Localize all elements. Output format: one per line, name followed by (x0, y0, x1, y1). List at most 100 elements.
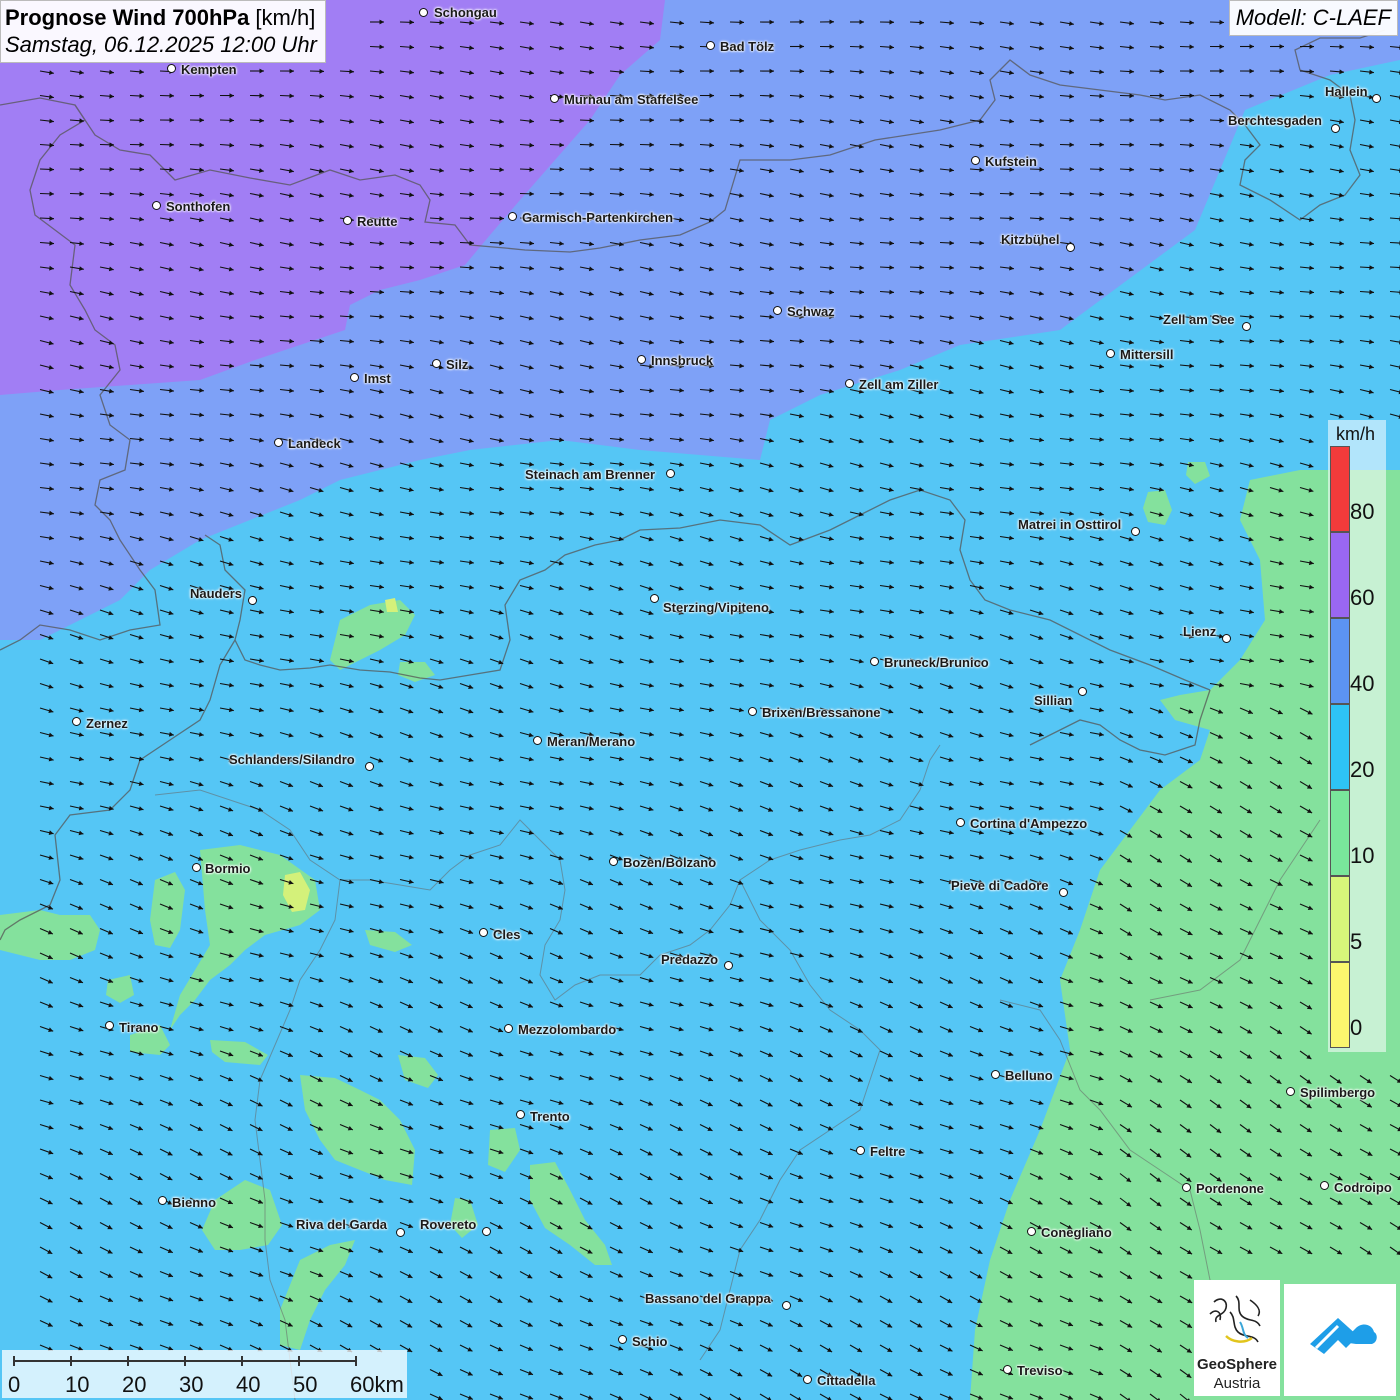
scale-label: 40 (236, 1372, 261, 1397)
scale-label: 60km (350, 1372, 404, 1397)
city-label: Sillian (1034, 693, 1073, 708)
legend-swatch (1330, 876, 1350, 962)
city-label: Schongau (434, 5, 497, 20)
scale-label: 10 (65, 1372, 90, 1397)
scale-label: 0 (8, 1372, 21, 1397)
city-marker (1182, 1183, 1191, 1192)
city-marker (991, 1070, 1000, 1079)
city-label: Meran/Merano (547, 734, 636, 749)
city-label: Garmisch-Partenkirchen (522, 210, 674, 225)
city-marker (773, 306, 782, 315)
city-label: Cittadella (817, 1373, 876, 1388)
city-marker (956, 818, 965, 827)
city-marker (856, 1146, 865, 1155)
city-marker (609, 857, 618, 866)
legend-swatch (1330, 704, 1350, 790)
city-marker (508, 212, 517, 221)
city-label: Bruneck/Brunico (884, 655, 989, 670)
scale-label: 50 (293, 1372, 318, 1397)
legend-swatch (1330, 790, 1350, 876)
city-marker (482, 1227, 491, 1236)
city-marker (650, 594, 659, 603)
legend-label: 80 (1350, 499, 1375, 524)
scale-label: 30 (179, 1372, 204, 1397)
city-marker (870, 657, 879, 666)
city-marker (618, 1335, 627, 1344)
city-label: Schwaz (787, 304, 835, 319)
city-marker (845, 379, 854, 388)
legend-swatch (1330, 618, 1350, 704)
legend-label: 5 (1350, 929, 1363, 954)
city-label: Kitzbühel (1001, 232, 1060, 247)
city-label: Codroipo (1334, 1180, 1392, 1195)
city-marker (748, 707, 757, 716)
city-marker (782, 1301, 791, 1310)
city-label: Conegliano (1041, 1225, 1112, 1240)
legend-unit: km/h (1336, 424, 1376, 444)
city-marker (1027, 1227, 1036, 1236)
city-label: Schio (632, 1334, 668, 1349)
city-marker (516, 1110, 525, 1119)
city-marker (666, 469, 675, 478)
city-label: Predazzo (661, 952, 719, 967)
city-label: Murnau am Staffelsee (564, 92, 699, 107)
city-marker (1078, 687, 1087, 696)
city-label: Pieve di Cadore (951, 878, 1049, 893)
city-marker (1131, 527, 1140, 536)
model-label: Modell: C-LAEF (1228, 0, 1398, 36)
city-marker (706, 41, 715, 50)
city-label: Hallein (1325, 84, 1368, 99)
city-label: Mittersill (1120, 347, 1174, 362)
city-label: Zell am See (1163, 312, 1235, 327)
city-marker (1003, 1365, 1012, 1374)
legend-label: 10 (1350, 843, 1375, 868)
city-marker (803, 1375, 812, 1384)
city-label: Sterzing/Vipiteno (663, 600, 769, 615)
city-label: Bassano del Grappa (645, 1291, 771, 1306)
city-marker (1372, 94, 1381, 103)
city-label: Kufstein (985, 154, 1037, 169)
legend-label: 40 (1350, 671, 1375, 696)
city-label: Lienz (1183, 624, 1217, 639)
city-marker (1066, 243, 1075, 252)
city-marker (1106, 349, 1115, 358)
legend-swatch (1330, 446, 1350, 532)
city-label: Bozen/Bolzano (623, 855, 717, 870)
city-label: Steinach am Brenner (525, 467, 656, 482)
geosphere-logo-line2: Austria (1213, 1375, 1261, 1392)
city-marker (1059, 888, 1068, 897)
city-marker (1242, 322, 1251, 331)
city-label: Cles (493, 927, 521, 942)
city-label: Rovereto (420, 1217, 477, 1232)
city-marker (432, 359, 441, 368)
city-label: Bad Tölz (720, 39, 775, 54)
city-label: Zell am Ziller (859, 377, 939, 392)
city-label: Innsbruck (651, 353, 714, 368)
city-label: Trento (530, 1109, 570, 1124)
legend-label: 0 (1350, 1015, 1363, 1040)
city-label: Berchtesgaden (1228, 113, 1322, 128)
city-marker (550, 94, 559, 103)
city-marker (479, 928, 488, 937)
city-marker (1222, 634, 1231, 643)
city-label: Pordenone (1196, 1181, 1264, 1196)
city-label: Brixen/Bressanone (762, 705, 881, 720)
city-marker (637, 355, 646, 364)
geosphere-emblem-icon (1209, 1295, 1261, 1343)
city-label: Belluno (1005, 1068, 1053, 1083)
legend-swatch (1330, 532, 1350, 618)
city-marker (533, 736, 542, 745)
city-label: Feltre (870, 1144, 906, 1159)
city-marker (1286, 1087, 1295, 1096)
legend-label: 60 (1350, 585, 1375, 610)
city-marker (504, 1024, 513, 1033)
legend-label: 20 (1350, 757, 1375, 782)
cloud-arrow-icon (1310, 1318, 1377, 1354)
city-label: Mezzolombardo (518, 1022, 617, 1037)
city-marker (1320, 1181, 1329, 1190)
scale-label: 20 (122, 1372, 147, 1397)
city-label: Treviso (1017, 1363, 1063, 1378)
city-marker (419, 8, 428, 17)
city-marker (971, 156, 980, 165)
geosphere-logo-line1: GeoSphere (1196, 1356, 1278, 1373)
